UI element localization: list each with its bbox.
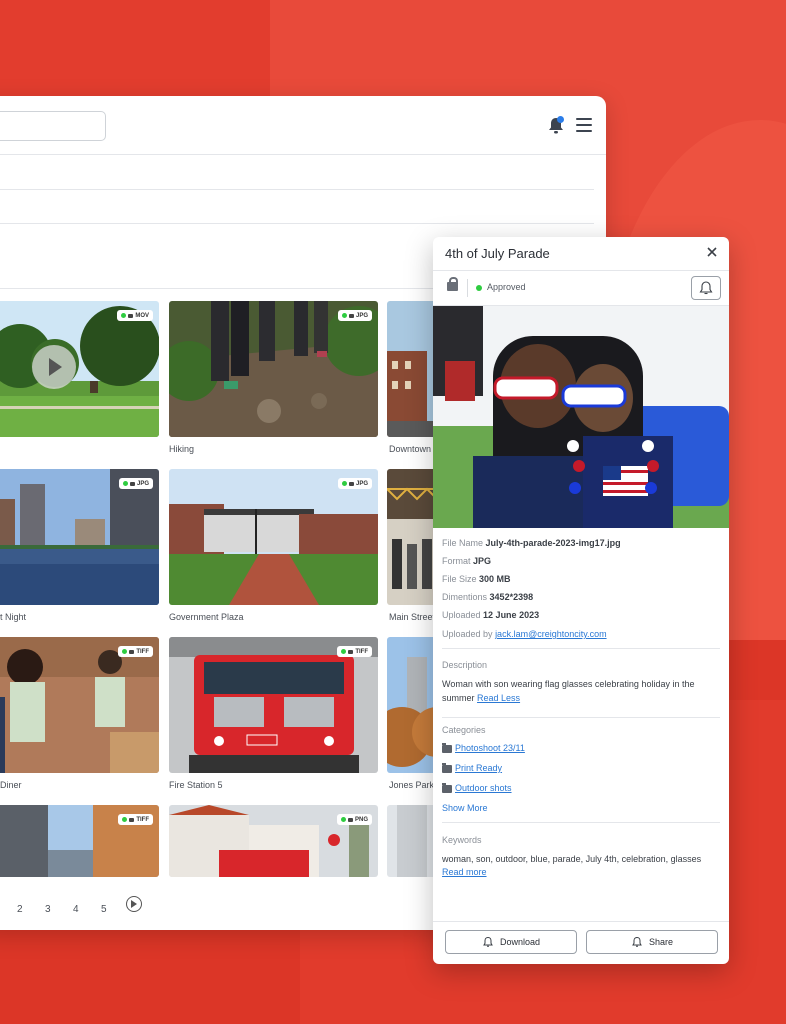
asset-caption: Fire Station 5 (169, 780, 223, 790)
asset-thumbnail-government-plaza[interactable]: JPG (169, 469, 378, 605)
format-badge: JPG (337, 310, 372, 321)
bell-icon (483, 936, 493, 947)
asset-thumbnail-fire-station[interactable]: TIFF (169, 637, 378, 773)
notification-badge (557, 116, 564, 123)
format-badge: JPG (337, 478, 372, 489)
download-button[interactable]: Download (445, 930, 577, 954)
meta-uploaded: Uploaded 12 June 2023 (442, 610, 540, 620)
panel-title: 4th of July Parade (445, 246, 550, 261)
divider (467, 279, 468, 297)
asset-thumbnail-hiking[interactable]: JPG (169, 301, 378, 437)
format-badge: JPG (118, 478, 153, 489)
page-link[interactable]: 5 (101, 904, 107, 915)
read-more-link[interactable]: Read more (442, 867, 487, 877)
divider (442, 648, 720, 649)
asset-caption: Diner (0, 780, 22, 790)
subscribe-button[interactable] (691, 276, 721, 300)
asset-caption: Jones Park (389, 780, 435, 790)
bell-icon (632, 936, 642, 947)
page-link[interactable]: 4 (73, 904, 79, 915)
format-badge: MOV (117, 310, 153, 321)
status-dot (476, 285, 482, 291)
divider (0, 154, 606, 155)
divider (0, 189, 594, 190)
divider (433, 270, 729, 271)
hamburger-menu-icon[interactable] (576, 118, 592, 132)
category-link[interactable]: Print Ready (455, 763, 502, 773)
asset-caption: Downtown (389, 444, 432, 454)
close-icon[interactable] (705, 245, 719, 259)
asset-thumbnail-park-video[interactable]: MOV (0, 301, 159, 437)
asset-thumbnail-skyline[interactable]: TIFF (0, 805, 159, 877)
asset-thumbnail-fire-truck-street[interactable]: PNG (169, 805, 378, 877)
bell-icon (699, 281, 713, 295)
search-input[interactable] (0, 111, 106, 141)
keywords-text: woman, son, outdoor, blue, parade, July … (442, 854, 702, 864)
play-button-icon[interactable] (32, 345, 76, 389)
lock-icon[interactable] (447, 277, 458, 291)
next-page-icon[interactable] (126, 896, 142, 912)
page-link[interactable]: 2 (17, 904, 23, 915)
folder-icon (442, 743, 452, 753)
meta-uploaded-by: Uploaded by jack.lam@creightoncity.com (442, 629, 607, 639)
status-badge: Approved (487, 282, 526, 292)
format-badge: TIFF (118, 646, 153, 657)
keywords-label: Keywords (442, 835, 482, 845)
folder-icon (442, 763, 452, 773)
share-button[interactable]: Share (586, 930, 718, 954)
format-badge: PNG (336, 814, 372, 825)
asset-caption: t Night (0, 612, 27, 622)
folder-icon (442, 783, 452, 793)
format-badge: TIFF (337, 646, 372, 657)
uploader-email-link[interactable]: jack.lam@creightoncity.com (495, 629, 607, 639)
asset-preview-image (433, 306, 729, 528)
format-badge: TIFF (118, 814, 153, 825)
divider (442, 822, 720, 823)
divider (0, 223, 594, 224)
asset-detail-panel: 4th of July Parade Approved File Name Ju… (433, 237, 729, 964)
divider (442, 717, 720, 718)
meta-dimensions: Dimentions 3452*2398 (442, 592, 534, 602)
show-more-link[interactable]: Show More (442, 803, 488, 813)
asset-thumbnail-diner[interactable]: TIFF (0, 637, 159, 773)
description-label: Description (442, 660, 488, 670)
categories-label: Categories (442, 725, 486, 735)
asset-caption: Hiking (169, 444, 195, 454)
meta-format: Format JPG (442, 556, 492, 566)
asset-thumbnail-city-night[interactable]: JPG (0, 469, 159, 605)
divider (433, 921, 729, 922)
meta-file-name: File Name July-4th-parade-2023-img17.jpg (442, 538, 621, 548)
asset-caption: Government Plaza (169, 612, 244, 622)
category-link[interactable]: Outdoor shots (455, 783, 512, 793)
meta-file-size: File Size 300 MB (442, 574, 511, 584)
description-text: Woman with son wearing flag glasses cele… (442, 679, 695, 703)
page-link[interactable]: 3 (45, 904, 51, 915)
read-less-link[interactable]: Read Less (477, 693, 520, 703)
category-link[interactable]: Photoshoot 23/11 (455, 743, 525, 753)
asset-caption: Main Street (389, 612, 436, 622)
